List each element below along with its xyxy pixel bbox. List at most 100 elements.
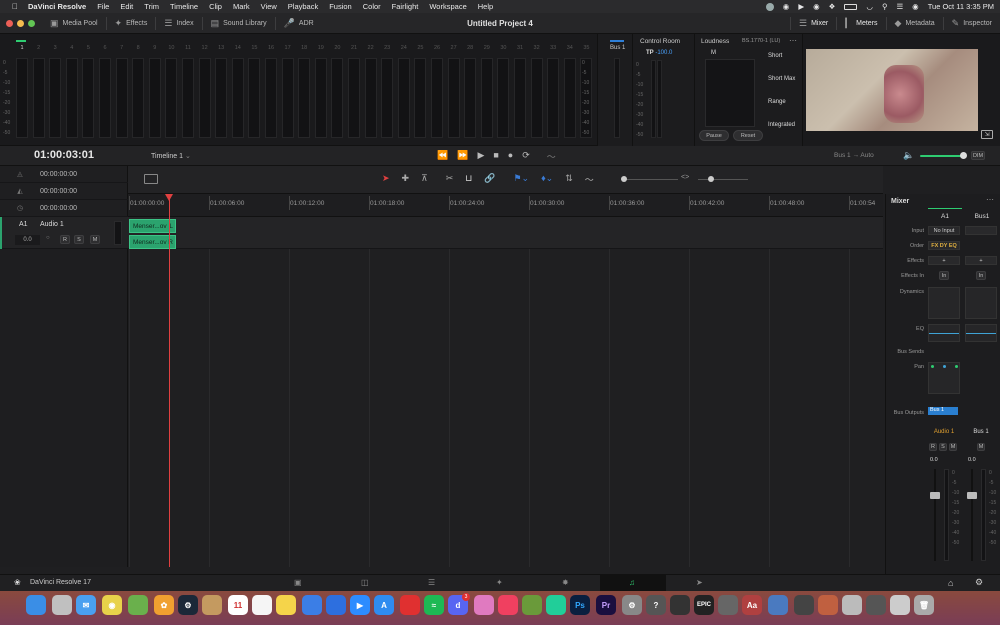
spotify-icon[interactable]: ≈ bbox=[424, 595, 444, 615]
timeline-tracks[interactable]: Menser...ov L Menser...ov R bbox=[128, 217, 883, 567]
edit-page-icon[interactable]: ☰ bbox=[428, 578, 435, 587]
app-menu[interactable]: DaVinci Resolve bbox=[28, 2, 86, 11]
viewer-expand-icon[interactable]: ⇲ bbox=[981, 130, 993, 139]
keynote-icon[interactable] bbox=[302, 595, 322, 615]
menu-clip[interactable]: Clip bbox=[209, 2, 222, 11]
app5-icon[interactable] bbox=[890, 595, 910, 615]
search-icon[interactable]: ⚲ bbox=[882, 2, 888, 11]
notes-icon[interactable] bbox=[276, 595, 296, 615]
menu-edit[interactable]: Edit bbox=[120, 2, 133, 11]
play-status-icon[interactable]: ▶ bbox=[798, 2, 804, 11]
timecode-display[interactable]: 01:00:03:01 bbox=[34, 149, 94, 161]
a1-effects-in-button[interactable]: In bbox=[939, 271, 949, 280]
deliver-page-icon[interactable]: ➤ bbox=[696, 578, 703, 587]
adr-button[interactable]: 🎤 ADR bbox=[276, 13, 322, 34]
maps-icon[interactable] bbox=[128, 595, 148, 615]
bus1-mute-button[interactable]: M bbox=[977, 443, 985, 451]
track-height-slider[interactable] bbox=[623, 179, 678, 180]
robinhood-icon[interactable] bbox=[546, 595, 566, 615]
mail-icon[interactable]: ✉ bbox=[76, 595, 96, 615]
epic-icon[interactable]: EPIC bbox=[694, 595, 714, 615]
zoom-icon[interactable]: ▶ bbox=[350, 595, 370, 615]
zoom-icon[interactable]: <> bbox=[681, 174, 689, 181]
bus-output-selector-a1[interactable]: Bus 1 bbox=[928, 407, 958, 415]
solo-button[interactable]: S bbox=[74, 235, 84, 244]
menu-trim[interactable]: Trim bbox=[144, 2, 159, 11]
mixer-toggle-button[interactable]: ☰ Mixer bbox=[791, 13, 836, 34]
bus1-effects-in-button[interactable]: In bbox=[976, 271, 986, 280]
out-timecode-row[interactable]: ◭ 00:00:00:00 bbox=[0, 183, 128, 200]
a1-record-button[interactable]: R bbox=[929, 443, 937, 451]
menu-help[interactable]: Help bbox=[478, 2, 493, 11]
a1-dynamics-graph[interactable] bbox=[928, 287, 960, 319]
home-icon[interactable]: ⌂ bbox=[948, 578, 953, 588]
lock-icon[interactable]: ○ bbox=[46, 235, 50, 241]
fairlight-page-icon[interactable]: ♫ bbox=[629, 578, 635, 587]
steam-icon[interactable]: ⚙ bbox=[178, 595, 198, 615]
finder-icon[interactable] bbox=[26, 595, 46, 615]
zoom-window-button[interactable] bbox=[28, 19, 35, 27]
bus1-add-effect-button[interactable]: + bbox=[965, 256, 997, 265]
playhead-line[interactable] bbox=[169, 194, 170, 567]
siri-icon[interactable]: ◉ bbox=[912, 2, 919, 11]
play-button[interactable]: ▶ bbox=[477, 150, 484, 163]
automation-icon[interactable]: 〜 bbox=[547, 150, 556, 163]
playhead-marker[interactable] bbox=[165, 194, 173, 201]
track-header-a1[interactable]: A1 Audio 1 0.0 ○ R S M bbox=[0, 217, 128, 249]
app-store-icon[interactable]: A bbox=[374, 595, 394, 615]
premiere-icon[interactable]: Pr bbox=[596, 595, 616, 615]
fast-forward-button[interactable]: ⏩ bbox=[457, 150, 468, 163]
dim-button[interactable]: DIM bbox=[971, 151, 985, 160]
meters-toggle-button[interactable]: ▎ Meters bbox=[837, 13, 885, 34]
pdf-icon[interactable] bbox=[400, 595, 420, 615]
record-status-icon[interactable]: ◉ bbox=[783, 2, 790, 11]
launchpad-icon[interactable] bbox=[52, 595, 72, 615]
preview-icon[interactable] bbox=[768, 595, 788, 615]
stop-button[interactable]: ■ bbox=[493, 150, 498, 163]
media-page-icon[interactable]: ▣ bbox=[294, 578, 302, 587]
zoom-knob[interactable] bbox=[708, 176, 714, 182]
a1-solo-button[interactable]: S bbox=[939, 443, 947, 451]
loudness-pause-button[interactable]: Pause bbox=[699, 130, 729, 141]
selection-tool-icon[interactable]: ➤ bbox=[382, 173, 390, 186]
screenshot-icon[interactable] bbox=[842, 595, 862, 615]
mute-button[interactable]: M bbox=[90, 235, 100, 244]
sound-library-button[interactable]: ▤ Sound Library bbox=[203, 13, 275, 34]
index-button[interactable]: ☰ Index bbox=[156, 13, 201, 34]
menu-color[interactable]: Color bbox=[363, 2, 381, 11]
minecraft-icon[interactable] bbox=[522, 595, 542, 615]
track-name[interactable]: Audio 1 bbox=[40, 221, 64, 228]
menu-view[interactable]: View bbox=[261, 2, 277, 11]
bus1-eq-graph[interactable] bbox=[965, 324, 997, 342]
in-timecode-row[interactable]: ◬ 00:00:00:00 bbox=[0, 166, 128, 183]
app4-icon[interactable] bbox=[866, 595, 886, 615]
link-icon[interactable]: 🔗 bbox=[484, 173, 495, 186]
reminders-icon[interactable] bbox=[252, 595, 272, 615]
final-cut-icon[interactable] bbox=[670, 595, 690, 615]
photoshop-icon[interactable]: Ps bbox=[570, 595, 590, 615]
fantastical-icon[interactable] bbox=[498, 595, 518, 615]
loudness-standard[interactable]: BS.1770-1 (LU) bbox=[742, 38, 780, 44]
timeline-view-options-icon[interactable] bbox=[144, 174, 158, 184]
photos-icon[interactable]: ✿ bbox=[154, 595, 174, 615]
zoom-slider[interactable] bbox=[698, 179, 748, 180]
menu-workspace[interactable]: Workspace bbox=[429, 2, 466, 11]
duration-timecode-row[interactable]: ◷ 00:00:00:00 bbox=[0, 200, 128, 217]
fade-icon[interactable]: ⇅ bbox=[565, 173, 573, 186]
snapping-icon[interactable]: ⊔ bbox=[465, 173, 472, 186]
cut-page-icon[interactable]: ◫ bbox=[361, 578, 369, 587]
bus-output-selector[interactable]: Bus 1 → Auto bbox=[834, 152, 874, 159]
clock[interactable]: Tue Oct 11 3:35 PM bbox=[928, 2, 994, 11]
app-icon[interactable] bbox=[202, 595, 222, 615]
control-center-icon[interactable]: ☰ bbox=[896, 2, 903, 11]
speaker-icon[interactable]: 🔈 bbox=[903, 150, 914, 161]
volume-slider-knob[interactable] bbox=[960, 152, 967, 159]
dictionary-icon[interactable]: Aa bbox=[742, 595, 762, 615]
input-selector[interactable]: No Input bbox=[928, 226, 960, 235]
track-height-knob[interactable] bbox=[621, 176, 627, 182]
record-arm-button[interactable]: R bbox=[60, 235, 70, 244]
app2-icon[interactable] bbox=[718, 595, 738, 615]
rewind-button[interactable]: ⏪ bbox=[437, 150, 448, 163]
trash-icon[interactable]: 🗑 bbox=[914, 595, 934, 615]
edit-selection-icon[interactable]: ⊼ bbox=[421, 173, 428, 186]
